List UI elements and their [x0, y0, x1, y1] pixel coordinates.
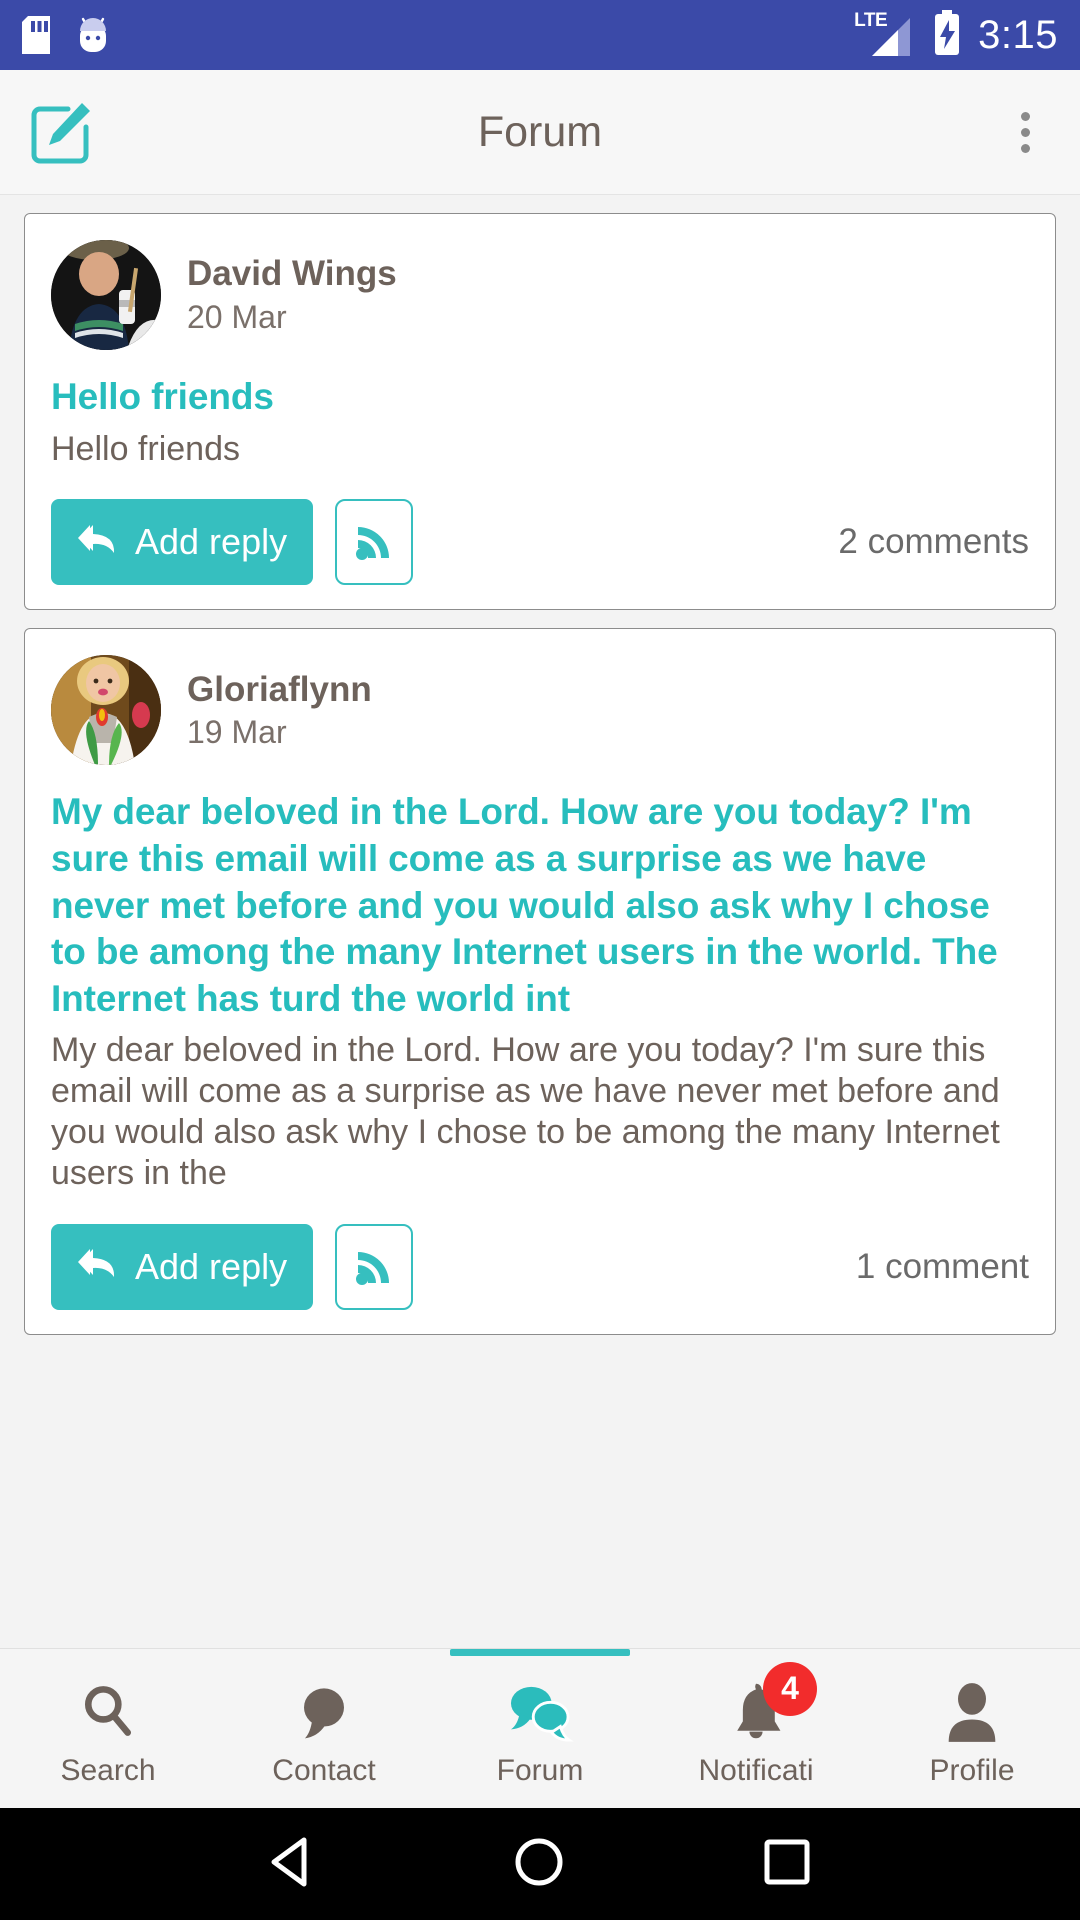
reply-all-icon	[77, 1245, 119, 1288]
add-reply-label: Add reply	[135, 521, 288, 563]
comment-count[interactable]: 1 comment	[856, 1247, 1029, 1287]
post-date: 19 Mar	[187, 714, 287, 751]
post-card[interactable]: Gloriaflynn 19 Mar My dear beloved in th…	[24, 628, 1056, 1335]
post-title[interactable]: My dear beloved in the Lord. How are you…	[51, 789, 1029, 1022]
forum-bubbles-icon	[506, 1676, 574, 1742]
avatar[interactable]	[51, 240, 161, 350]
post-meta: Gloriaflynn 19 Mar	[187, 669, 372, 751]
status-bar-clock: 3:15	[978, 13, 1058, 57]
compose-icon[interactable]	[28, 99, 94, 165]
sd-card-icon	[22, 16, 50, 54]
reply-all-icon	[77, 521, 119, 564]
signal-bars-icon: LTE	[854, 10, 916, 58]
avatar[interactable]	[51, 655, 161, 766]
nav-item-forum[interactable]: Forum	[432, 1649, 648, 1808]
nav-label-notifications: Notificati	[698, 1753, 814, 1787]
person-icon	[944, 1676, 1000, 1742]
app-bar: Forum	[0, 70, 1080, 195]
status-bar-right-icons: LTE 3:15	[854, 9, 1058, 61]
post-card[interactable]: David Wings 20 Mar Hello friends Hello f…	[24, 213, 1056, 611]
android-head-icon	[76, 17, 110, 53]
active-tab-indicator	[450, 1649, 630, 1656]
status-bar: LTE 3:15	[0, 0, 1080, 70]
post-actions: Add reply 2 comments	[51, 499, 1029, 586]
home-circle-icon[interactable]	[513, 1836, 565, 1893]
nav-item-profile[interactable]: Profile	[864, 1649, 1080, 1808]
chat-bubble-icon	[294, 1676, 354, 1742]
bell-icon: 4	[727, 1661, 817, 1742]
notification-badge: 4	[763, 1661, 817, 1716]
rss-feed-icon[interactable]	[335, 1223, 414, 1310]
post-header: David Wings 20 Mar	[51, 240, 1029, 350]
nav-item-search[interactable]: Search	[0, 1649, 216, 1808]
search-icon	[77, 1676, 139, 1742]
page-title: Forum	[477, 107, 603, 156]
bottom-navigation: Search Contact Forum 4 Notificati Profil…	[0, 1648, 1080, 1808]
post-author: David Wings	[187, 254, 397, 294]
add-reply-button[interactable]: Add reply	[51, 499, 314, 586]
recents-square-icon[interactable]	[762, 1837, 812, 1892]
battery-charging-icon	[932, 9, 962, 61]
nav-label-forum: Forum	[496, 1753, 584, 1787]
post-actions: Add reply 1 comment	[51, 1223, 1029, 1310]
post-author: Gloriaflynn	[187, 669, 372, 709]
post-feed[interactable]: David Wings 20 Mar Hello friends Hello f…	[0, 195, 1080, 1648]
post-title[interactable]: Hello friends	[51, 374, 1029, 421]
nav-label-contact: Contact	[272, 1753, 376, 1787]
post-meta: David Wings 20 Mar	[187, 255, 397, 335]
comment-count[interactable]: 2 comments	[838, 522, 1029, 562]
nav-item-contact[interactable]: Contact	[216, 1649, 432, 1808]
more-vertical-icon[interactable]	[998, 99, 1052, 165]
post-date: 20 Mar	[187, 298, 287, 335]
post-body: My dear beloved in the Lord. How are you…	[51, 1031, 1000, 1192]
nav-label-profile: Profile	[929, 1753, 1015, 1787]
rss-feed-icon[interactable]	[335, 499, 414, 586]
status-bar-left-icons	[22, 16, 110, 54]
nav-item-notifications[interactable]: 4 Notificati	[648, 1649, 864, 1808]
post-body: Hello friends	[51, 429, 240, 468]
system-navigation-bar	[0, 1808, 1080, 1920]
back-triangle-icon[interactable]	[268, 1836, 316, 1893]
phone-screen: LTE 3:15 Forum David Wings 20 Mar Hello …	[0, 0, 1080, 1920]
add-reply-label: Add reply	[135, 1245, 288, 1287]
post-header: Gloriaflynn 19 Mar	[51, 655, 1029, 766]
nav-label-search: Search	[60, 1753, 156, 1787]
add-reply-button[interactable]: Add reply	[51, 1223, 314, 1310]
